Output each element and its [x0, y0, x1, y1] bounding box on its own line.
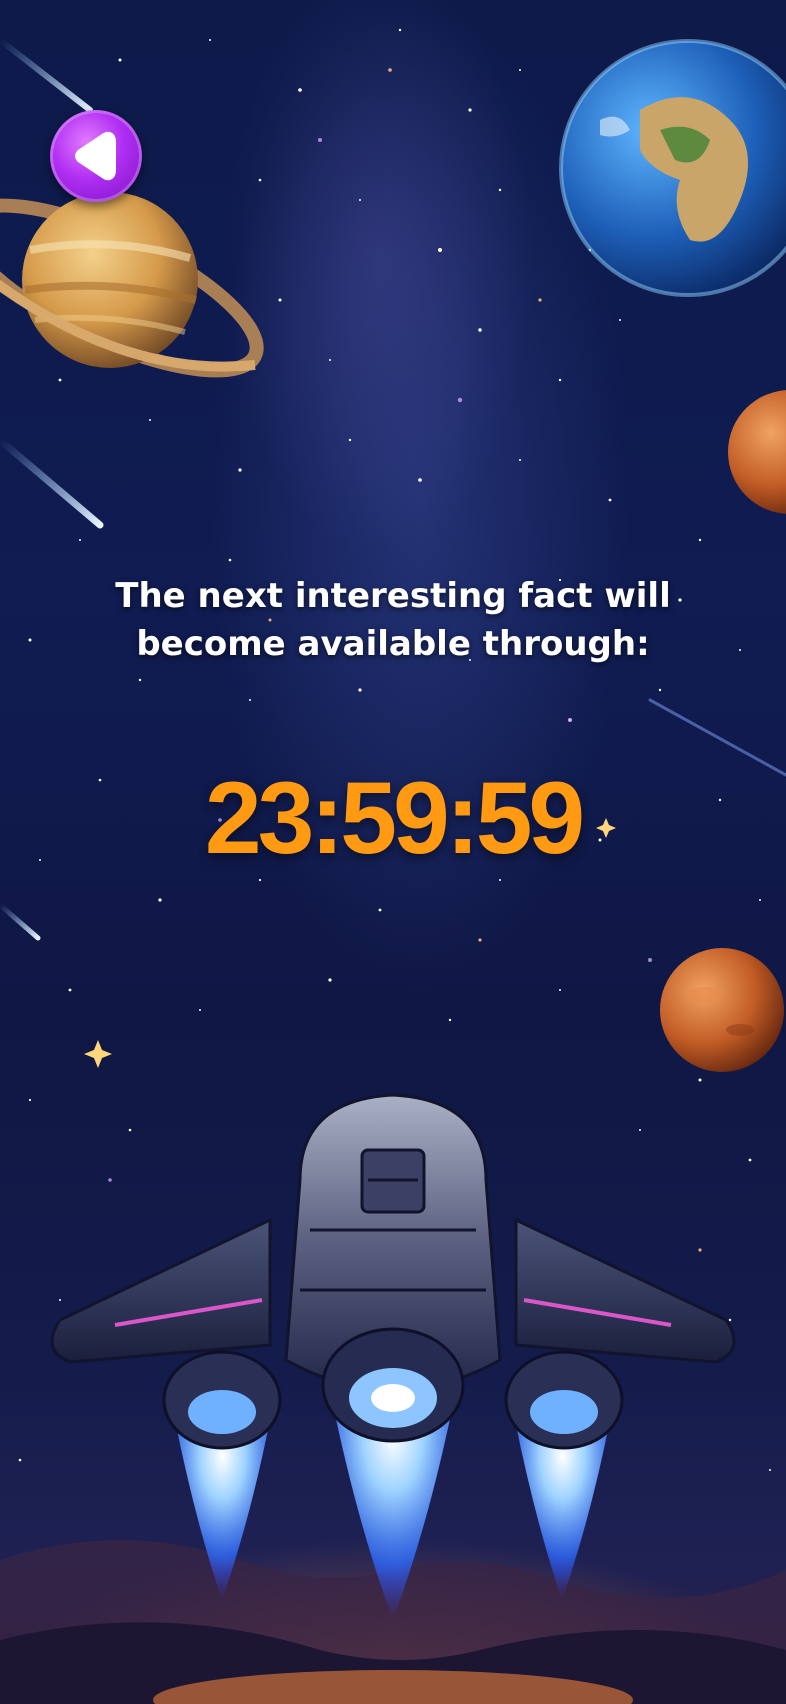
saturn-planet [0, 192, 264, 378]
game-screen: The next interesting fact will become av… [0, 0, 786, 1704]
mars-planet-small [728, 390, 786, 514]
earth-planet [559, 39, 786, 297]
arrow-left-icon [75, 131, 116, 181]
spaceship [50, 1093, 736, 1620]
countdown-timer: 23:59:59 [204, 761, 585, 875]
next-fact-message: The next interesting fact will become av… [115, 576, 671, 664]
back-button[interactable] [50, 110, 142, 202]
mars-planet-large [660, 948, 784, 1072]
